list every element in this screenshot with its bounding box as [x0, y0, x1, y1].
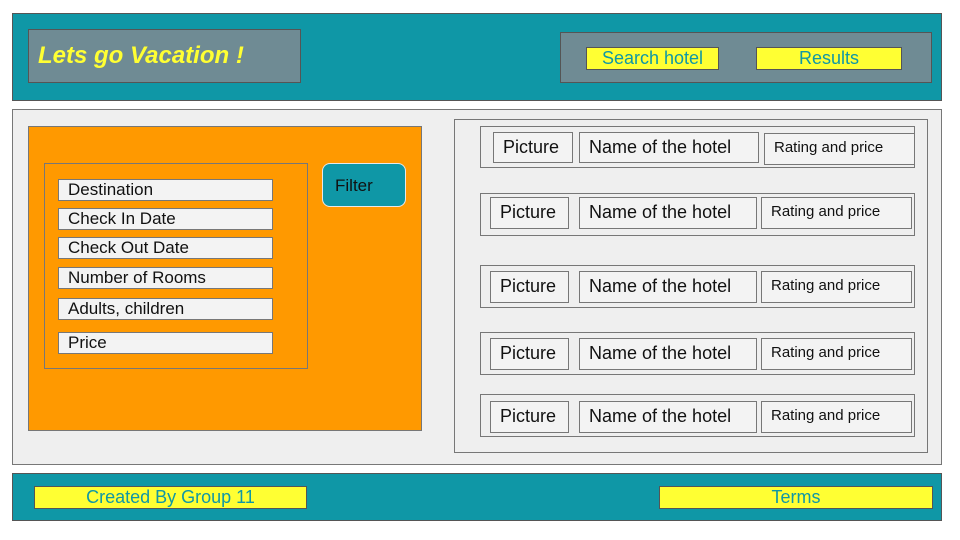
hotel-rating-price: Rating and price	[761, 338, 912, 370]
hotel-picture: Picture	[490, 338, 569, 370]
hotel-rating-price: Rating and price	[761, 197, 912, 229]
price-field[interactable]: Price	[58, 332, 273, 354]
hotel-picture: Picture	[490, 271, 569, 303]
check-out-date-field[interactable]: Check Out Date	[58, 237, 273, 259]
hotel-picture: Picture	[490, 401, 569, 433]
hotel-name: Name of the hotel	[579, 271, 757, 303]
destination-field[interactable]: Destination	[58, 179, 273, 201]
brand-title: Lets go Vacation !	[38, 42, 244, 69]
adults-children-field[interactable]: Adults, children	[58, 298, 273, 320]
hotel-name: Name of the hotel	[579, 401, 757, 433]
footer-credit: Created By Group 11	[34, 486, 307, 509]
hotel-picture: Picture	[490, 197, 569, 229]
number-of-rooms-field[interactable]: Number of Rooms	[58, 267, 273, 289]
filter-button[interactable]: Filter	[322, 163, 406, 207]
hotel-name: Name of the hotel	[579, 338, 757, 370]
nav-results-button[interactable]: Results	[756, 47, 902, 70]
hotel-picture: Picture	[493, 132, 573, 163]
check-in-date-field[interactable]: Check In Date	[58, 208, 273, 230]
hotel-name: Name of the hotel	[579, 132, 759, 163]
hotel-rating-price: Rating and price	[761, 271, 912, 303]
hotel-rating-price: Rating and price	[764, 133, 915, 165]
hotel-rating-price: Rating and price	[761, 401, 912, 433]
nav-search-hotel-button[interactable]: Search hotel	[586, 47, 719, 70]
hotel-name: Name of the hotel	[579, 197, 757, 229]
terms-link[interactable]: Terms	[659, 486, 933, 509]
